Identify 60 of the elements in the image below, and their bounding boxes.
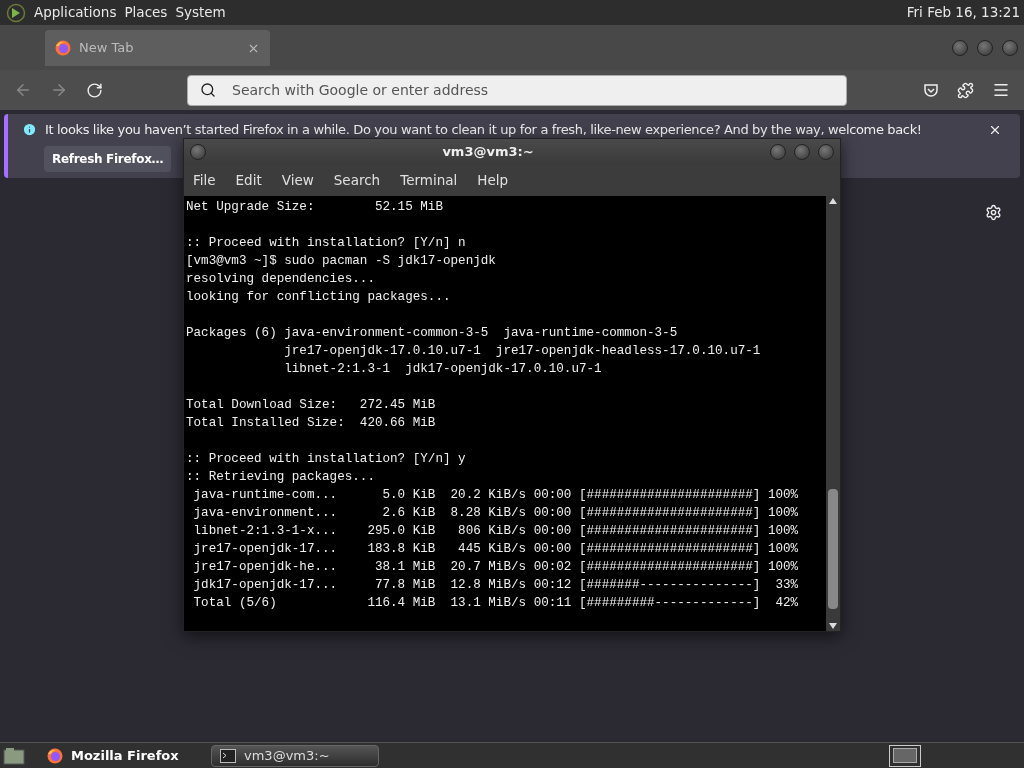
- scroll-up-icon[interactable]: [829, 198, 837, 204]
- terminal-line: libnet-2:1.3-1 jdk17-openjdk-17.0.10.u7-1: [283, 361, 602, 378]
- window-close-button[interactable]: [818, 144, 834, 160]
- terminal-line: jre17-openjdk-he... 38.1 MiB 20.7 MiB/s 00:02 [######################] 100%: [192, 559, 799, 576]
- terminal-line: jre17-openjdk-17... 183.8 KiB 445 KiB/s 00:00 [######################] 100%: [192, 541, 799, 558]
- window-minimize-button[interactable]: [952, 40, 968, 56]
- window-maximize-button[interactable]: [794, 144, 810, 160]
- panel-menu[interactable]: System: [175, 2, 226, 23]
- info-icon: [22, 122, 37, 138]
- terminal-line: resolving dependencies...: [186, 271, 375, 288]
- firefox-logo-icon: [55, 40, 71, 56]
- panel-menu[interactable]: Places: [124, 2, 168, 23]
- terminal-line: libnet-2:1.3-1-x... 295.0 KiB 806 KiB/s 00:00 [######################] 100%: [192, 523, 799, 540]
- workspace-switcher[interactable]: [889, 744, 921, 767]
- address-field[interactable]: Search with Google or enter address: [187, 74, 847, 106]
- notification-message: It looks like you haven’t started Firefox in a while. Do you want to clean it up for a fresh, like-new experience? And by the way, welcome back!: [45, 121, 923, 139]
- distro-logo-icon[interactable]: [6, 2, 26, 23]
- terminal-line: Total Download Size: 272.45 MiB: [186, 397, 436, 414]
- taskbar-item[interactable]: vm3@vm3:~: [211, 744, 379, 767]
- search-icon: [200, 81, 216, 98]
- terminal-line: Total Installed Size: 420.66 MiB: [186, 415, 436, 432]
- settings-icon[interactable]: [985, 204, 1002, 221]
- menu-icon[interactable]: [992, 81, 1010, 99]
- scroll-down-icon[interactable]: [829, 623, 837, 629]
- terminal-line: looking for conflicting packages...: [186, 289, 451, 306]
- menu-item[interactable]: Search: [333, 170, 381, 191]
- reload-icon[interactable]: [86, 81, 103, 99]
- scrollbar[interactable]: [826, 196, 840, 631]
- terminal-line: Total (5/6) 116.4 MiB 13.1 MiB/s 00:11 [#########-------------] 42%: [192, 595, 799, 612]
- window-minimize-button[interactable]: [770, 144, 786, 160]
- terminal-line: jre17-openjdk-17.0.10.u7-1 jre17-openjdk-headless-17.0.10.u7-1: [283, 343, 761, 360]
- window-maximize-button[interactable]: [977, 40, 993, 56]
- taskbar-item[interactable]: Mozilla Firefox: [39, 744, 207, 767]
- firefox-logo-icon: [47, 747, 63, 764]
- panel-menu[interactable]: Applications: [34, 2, 117, 23]
- menu-item[interactable]: Help: [477, 170, 509, 191]
- terminal-line: Net Upgrade Size: 52.15 MiB: [186, 199, 443, 216]
- back-icon[interactable]: [14, 81, 32, 99]
- menu-item[interactable]: View: [281, 170, 314, 191]
- terminal-line: jdk17-openjdk-17... 77.8 MiB 12.8 MiB/s 00:12 [#######---------------] 33%: [192, 577, 799, 594]
- menu-item[interactable]: File: [193, 170, 216, 191]
- refresh-firefox-button[interactable]: Refresh Firefox…: [44, 145, 172, 172]
- menu-item[interactable]: Terminal: [400, 170, 458, 191]
- pocket-icon[interactable]: [923, 82, 939, 98]
- terminal-line: Packages (6) java-environment-common-3-5 java-runtime-common-3-5: [186, 325, 678, 342]
- terminal-line: [vm3@vm3 ~]$ sudo pacman -S jdk17-openjdk: [186, 253, 496, 270]
- forward-icon[interactable]: [50, 81, 68, 99]
- terminal-line: :: Proceed with installation? [Y/n] n: [186, 235, 466, 252]
- clock[interactable]: Fri Feb 16, 13:21: [906, 2, 1020, 23]
- menu-item[interactable]: Edit: [235, 170, 262, 191]
- terminal-icon: [220, 748, 236, 763]
- terminal-line: java-environment... 2.6 KiB 8.28 KiB/s 00:00 [######################] 100%: [192, 505, 799, 522]
- terminal-line: java-runtime-com... 5.0 KiB 20.2 KiB/s 00:00 [######################] 100%: [192, 487, 799, 504]
- window-close-button[interactable]: [1002, 40, 1018, 56]
- extensions-icon[interactable]: [957, 81, 974, 99]
- window-menu-button[interactable]: [190, 144, 206, 160]
- terminal-line: :: Retrieving packages...: [186, 469, 375, 486]
- terminal-line: :: Proceed with installation? [Y/n] y: [186, 451, 466, 468]
- window-title: vm3@vm3:~: [441, 143, 535, 162]
- scroll-thumb[interactable]: [828, 489, 838, 609]
